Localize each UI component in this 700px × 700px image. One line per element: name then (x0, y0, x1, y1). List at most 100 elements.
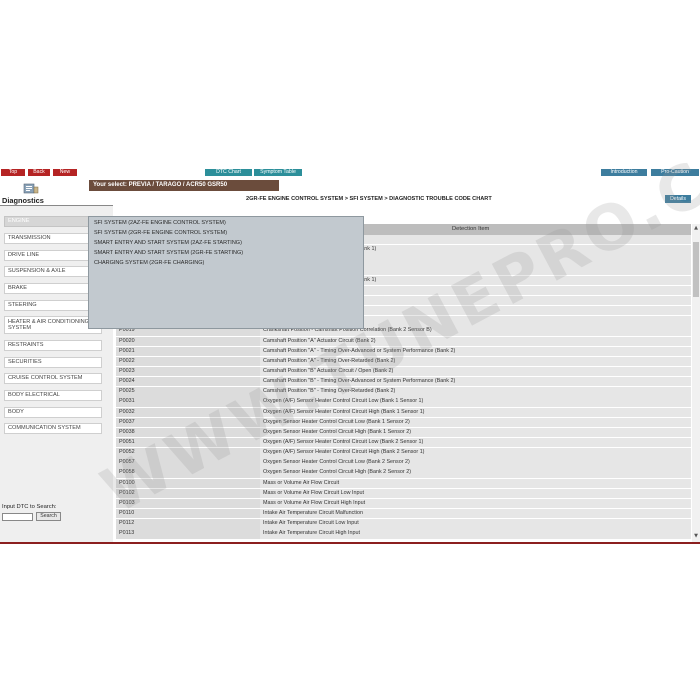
dtc-code-cell[interactable]: P0103 (116, 498, 260, 509)
table-row[interactable]: P0024 Camshaft Position "B" - Timing Over… (116, 377, 691, 387)
scroll-up-icon[interactable]: ▲ (692, 224, 700, 232)
sidebar-item-label: COMMUNICATION SYSTEM (8, 425, 81, 432)
introduction-button[interactable]: Introduction (601, 169, 647, 176)
sidebar-item-label: ENGINE (8, 218, 30, 225)
popup-item[interactable]: CHARGING SYSTEM (2GR-FE CHARGING) (94, 260, 204, 266)
sidebar-item-label: DRIVE LINE (8, 252, 40, 259)
table-row[interactable]: P0100 Mass or Volume Air Flow Circuit (116, 478, 691, 489)
table-row[interactable]: P0058 Oxygen Sensor Heater Control Circui… (116, 468, 691, 478)
sidebar-item-label: CRUISE CONTROL SYSTEM (8, 375, 83, 382)
table-row[interactable]: P0025 Camshaft Position "B" - Timing Over… (116, 387, 691, 397)
dtc-code-cell[interactable]: P0031 (116, 397, 260, 407)
table-row[interactable]: P0102 Mass or Volume Air Flow Circuit Low… (116, 488, 691, 499)
sidebar-item-securities[interactable]: SECURITIES (4, 357, 102, 368)
popup-item[interactable]: SMART ENTRY AND START SYSTEM (2AZ-FE STA… (94, 240, 242, 246)
dtc-code-cell[interactable]: P0112 (116, 519, 260, 529)
table-row[interactable]: P0023 Camshaft Position "B" Actuator Circ… (116, 366, 691, 377)
detection-item-cell: Oxygen (A/F) Sensor Heater Control Circu… (260, 448, 691, 458)
popup-item[interactable]: SMART ENTRY AND START SYSTEM (2GR-FE STA… (94, 250, 243, 256)
sidebar-item-label: BODY (8, 409, 24, 416)
dtc-code-cell[interactable]: P0021 (116, 346, 260, 357)
dtc-code-cell[interactable]: P0020 (116, 336, 260, 346)
bottom-bar (0, 542, 700, 544)
detection-item-cell: Camshaft Position "A" - Timing Over-Reta… (260, 356, 691, 367)
dtc-code-cell[interactable]: P0110 (116, 509, 260, 519)
detection-item-cell: Oxygen (A/F) Sensor Heater Control Circu… (260, 397, 691, 407)
sidebar-item-body-electrical[interactable]: BODY ELECTRICAL (4, 390, 102, 401)
detection-item-cell: Camshaft Position "B" - Timing Over-Adva… (260, 377, 691, 387)
table-row[interactable]: P0052 Oxygen (A/F) Sensor Heater Control … (116, 448, 691, 458)
detection-item-cell: Mass or Volume Air Flow Circuit (260, 478, 691, 488)
table-row[interactable]: P0037 Oxygen Sensor Heater Control Circui… (116, 417, 691, 428)
dtc-code-cell[interactable]: P0038 (116, 427, 260, 438)
sidebar-item-label: RESTRAINTS (8, 342, 44, 349)
symptom-table-button[interactable]: Symptom Table (254, 169, 302, 176)
precaution-button[interactable]: Pro-Caution (651, 169, 699, 176)
detection-item-cell: Intake Air Temperature Circuit High Inpu… (260, 529, 691, 539)
detection-item-cell: Oxygen (A/F) Sensor Heater Control Circu… (260, 438, 691, 448)
table-row[interactable]: P0113 Intake Air Temperature Circuit High… (116, 529, 691, 539)
dtc-code-cell[interactable]: P0102 (116, 488, 260, 499)
dtc-chart-button[interactable]: DTC Chart (205, 169, 252, 176)
popup-item[interactable]: SFI SYSTEM (2GR-FE ENGINE CONTROL SYSTEM… (94, 230, 227, 236)
detection-item-cell: Intake Air Temperature Circuit Low Input (260, 519, 691, 529)
table-row[interactable]: P0020 Camshaft Position "A" Actuator Circ… (116, 336, 691, 347)
table-row[interactable]: P0032 Oxygen (A/F) Sensor Heater Control … (116, 407, 691, 418)
back-button[interactable]: Back (28, 169, 50, 176)
detection-item-cell: Camshaft Position "B" - Timing Over-Reta… (260, 387, 691, 397)
sidebar-item-label: BODY ELECTRICAL (8, 392, 60, 399)
scroll-down-icon[interactable]: ▼ (692, 532, 700, 540)
dtc-code-cell[interactable]: P0037 (116, 417, 260, 428)
detection-item-cell: Oxygen Sensor Heater Control Circuit Hig… (260, 427, 691, 438)
app-window: Top Back New DTC Chart Symptom Table Int… (0, 88, 700, 544)
dtc-code-cell[interactable]: P0022 (116, 356, 260, 367)
dtc-code-cell[interactable]: P0052 (116, 448, 260, 458)
table-row[interactable]: P0021 Camshaft Position "A" - Timing Over… (116, 346, 691, 357)
sidebar-item-label: STEERING (8, 302, 37, 309)
table-row[interactable]: P0022 Camshaft Position "A" - Timing Over… (116, 356, 691, 367)
detection-item-header: Detection Item (452, 226, 490, 232)
system-popup-menu: SFI SYSTEM (2AZ-FE ENGINE CONTROL SYSTEM… (88, 216, 364, 329)
details-button[interactable]: Details (665, 195, 691, 203)
dtc-code-cell[interactable]: P0032 (116, 407, 260, 417)
detection-item-cell: Mass or Volume Air Flow Circuit Low Inpu… (260, 488, 691, 499)
table-row[interactable]: P0051 Oxygen (A/F) Sensor Heater Control … (116, 438, 691, 448)
detection-item-cell: Mass or Volume Air Flow Circuit High Inp… (260, 498, 691, 509)
table-row[interactable]: P0031 Oxygen (A/F) Sensor Heater Control … (116, 397, 691, 407)
detection-item-cell: Camshaft Position "A" - Timing Over-Adva… (260, 346, 691, 357)
dtc-code-cell[interactable]: P0058 (116, 468, 260, 478)
detection-item-cell: Oxygen Sensor Heater Control Circuit Hig… (260, 468, 691, 478)
top-button[interactable]: Top (1, 169, 25, 176)
scrollbar-thumb[interactable] (693, 242, 699, 297)
sidebar-item-label: TRANSMISSION (8, 235, 51, 242)
table-row[interactable]: P0112 Intake Air Temperature Circuit Low … (116, 519, 691, 529)
dtc-code-cell[interactable]: P0025 (116, 387, 260, 397)
popup-item[interactable]: SFI SYSTEM (2AZ-FE ENGINE CONTROL SYSTEM… (94, 220, 226, 226)
table-row[interactable]: P0103 Mass or Volume Air Flow Circuit Hig… (116, 498, 691, 509)
dtc-search-label: Input DTC to Search: (2, 504, 57, 510)
detection-item-cell: Oxygen Sensor Heater Control Circuit Low… (260, 417, 691, 428)
vertical-scrollbar[interactable]: ▲ ▼ (692, 224, 700, 542)
dtc-code-cell[interactable]: P0113 (116, 529, 260, 539)
sidebar-item-restraints[interactable]: RESTRAINTS (4, 340, 102, 351)
book-icon[interactable] (22, 180, 40, 194)
detection-item-cell: Intake Air Temperature Circuit Malfuncti… (260, 509, 691, 519)
detection-item-cell: Oxygen (A/F) Sensor Heater Control Circu… (260, 407, 691, 417)
detection-item-cell: Camshaft Position "B" Actuator Circuit /… (260, 366, 691, 377)
dtc-code-cell[interactable]: P0051 (116, 438, 260, 448)
sidebar-item-body[interactable]: BODY (4, 407, 102, 418)
dtc-code-cell[interactable]: P0100 (116, 478, 260, 488)
new-button[interactable]: New (53, 169, 77, 176)
top-toolbar: Top Back New DTC Chart Symptom Table Int… (0, 168, 700, 177)
dtc-search-input[interactable] (2, 513, 33, 521)
sidebar-item-cruise-control[interactable]: CRUISE CONTROL SYSTEM (4, 373, 102, 384)
table-row[interactable]: P0038 Oxygen Sensor Heater Control Circui… (116, 427, 691, 438)
table-row[interactable]: P0057 Oxygen Sensor Heater Control Circui… (116, 458, 691, 468)
dtc-code-cell[interactable]: P0023 (116, 366, 260, 377)
dtc-code-cell[interactable]: P0057 (116, 458, 260, 468)
table-row[interactable]: P0110 Intake Air Temperature Circuit Malf… (116, 509, 691, 519)
detection-item-cell: Oxygen Sensor Heater Control Circuit Low… (260, 458, 691, 468)
search-button[interactable]: Search (36, 512, 61, 521)
sidebar-item-communication[interactable]: COMMUNICATION SYSTEM (4, 423, 102, 434)
dtc-code-cell[interactable]: P0024 (116, 377, 260, 387)
